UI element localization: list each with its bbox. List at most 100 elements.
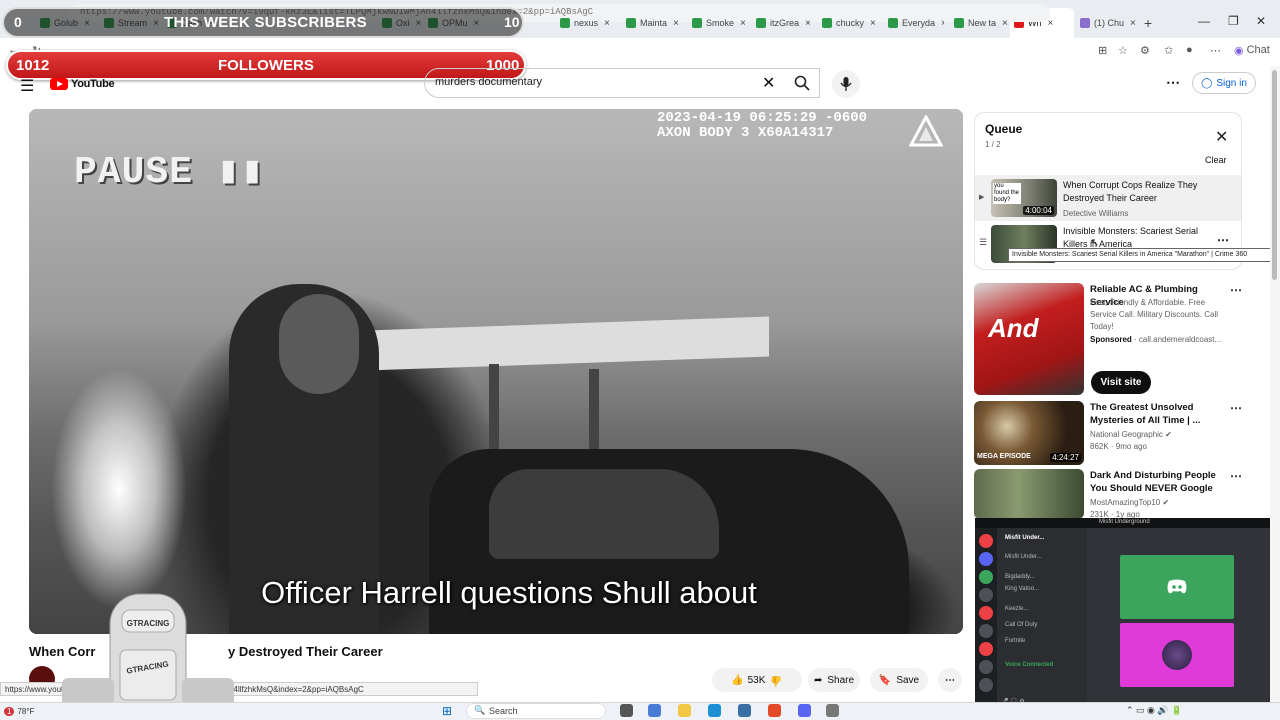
ad-desc-3: Today! xyxy=(1090,322,1114,331)
favorite-star-icon[interactable]: ☆ xyxy=(1118,44,1128,57)
queue-count: 1 / 2 xyxy=(985,140,1001,149)
tab-label: Everyda xyxy=(902,18,936,28)
server-icon[interactable] xyxy=(979,660,993,674)
subscribers-right-count: 10 xyxy=(504,14,520,30)
profile-icon[interactable]: ● xyxy=(1186,44,1193,56)
close-tab-icon[interactable]: × xyxy=(673,18,679,29)
server-icon[interactable] xyxy=(979,534,993,548)
youtube-logo[interactable]: YouTube xyxy=(50,78,115,90)
discord-taskbar-icon[interactable] xyxy=(798,704,811,717)
server-icon[interactable] xyxy=(979,678,993,692)
youtube-logo-icon xyxy=(50,78,68,90)
tab-label: chucky xyxy=(836,18,865,28)
close-tab-icon[interactable]: × xyxy=(870,18,876,29)
related-video[interactable]: Dark And Disturbing People You Should NE… xyxy=(974,469,1244,519)
file-explorer-icon[interactable] xyxy=(678,704,691,717)
queue-thumbnail: you found the body? 4:00:04 xyxy=(991,179,1057,217)
sponsored-label: Sponsored xyxy=(1090,335,1132,344)
task-view-icon[interactable] xyxy=(620,704,633,717)
like-button[interactable]: 👍 53K xyxy=(731,675,765,686)
queue-item-more-icon[interactable]: ⋯ xyxy=(1217,233,1229,247)
chat-button[interactable]: ◉ Chat xyxy=(1234,44,1270,57)
channel-item[interactable]: Call Of Duty xyxy=(1005,622,1037,629)
menu-icon[interactable]: ☰ xyxy=(20,76,34,96)
scrollbar-thumb[interactable] xyxy=(1272,70,1277,280)
restore-icon[interactable]: ❐ xyxy=(1228,14,1239,28)
browser-tab[interactable]: Everyda × xyxy=(884,8,944,38)
server-name[interactable]: Misfit Under... xyxy=(1005,535,1044,542)
channel-item[interactable]: Misfit Under... xyxy=(1005,554,1042,561)
video-player[interactable]: 2023-04-19 06:25:29 -0600 AXON BODY 3 X6… xyxy=(29,109,963,634)
channel-item[interactable]: Keezle... xyxy=(1005,606,1028,613)
close-tab-icon[interactable]: × xyxy=(941,18,944,29)
close-tab-icon[interactable]: × xyxy=(740,18,746,29)
queue-item[interactable]: ▶ you found the body? 4:00:04 When Corru… xyxy=(975,175,1241,221)
new-tab-button[interactable]: + xyxy=(1140,8,1160,38)
clear-search-icon[interactable]: ✕ xyxy=(762,73,775,93)
app-icon[interactable] xyxy=(648,704,661,717)
server-icon[interactable] xyxy=(979,552,993,566)
app-icon[interactable] xyxy=(738,704,751,717)
channel-item[interactable]: King Vatoo... xyxy=(1005,586,1039,593)
apps-icon[interactable]: ⊞ xyxy=(1098,44,1107,57)
drag-handle-icon[interactable]: ☰ xyxy=(979,237,987,248)
server-icon[interactable] xyxy=(979,588,993,602)
channel-item[interactable]: Bigdaddy... xyxy=(1005,574,1035,581)
discord-user-tile[interactable] xyxy=(1120,623,1234,687)
close-window-icon[interactable]: ✕ xyxy=(1256,14,1266,28)
extensions-icon[interactable]: ⚙ xyxy=(1140,44,1150,57)
related-video[interactable]: MEGA EPISODE 4:24:27 The Greatest Unsolv… xyxy=(974,401,1244,465)
channel-item[interactable]: Fortnite xyxy=(1005,638,1025,645)
visit-site-button[interactable]: Visit site xyxy=(1091,371,1151,394)
discord-user-tile[interactable] xyxy=(1120,555,1234,619)
more-icon[interactable]: ⋯ xyxy=(1210,44,1221,57)
close-queue-icon[interactable]: ✕ xyxy=(1215,127,1228,147)
server-icon[interactable] xyxy=(979,624,993,638)
discord-title-bar: Misfit Underground xyxy=(975,518,1280,528)
dislike-button[interactable]: 👍 xyxy=(770,675,782,686)
clear-queue-button[interactable]: Clear xyxy=(1205,155,1227,165)
browser-tab[interactable]: Mainta × xyxy=(622,8,682,38)
search-input[interactable]: murders documentary xyxy=(424,68,820,98)
favorites-icon[interactable]: ✩ xyxy=(1164,44,1173,57)
close-tab-icon[interactable]: × xyxy=(1002,18,1008,29)
close-tab-icon[interactable]: × xyxy=(1130,18,1136,29)
tab-video[interactable]: (1) Chu × xyxy=(1076,8,1136,38)
timestamp-line1: 2023-04-19 06:25:29 -0600 xyxy=(657,110,868,126)
minimize-icon[interactable]: — xyxy=(1198,14,1210,28)
server-icon[interactable] xyxy=(979,570,993,584)
close-tab-icon[interactable]: × xyxy=(604,18,610,29)
related-more-icon[interactable]: ⋯ xyxy=(1230,469,1242,483)
chat-label: Chat xyxy=(1246,44,1270,56)
share-button[interactable]: ➦ Share xyxy=(808,668,860,692)
close-tab-icon[interactable]: × xyxy=(1048,18,1054,29)
sign-in-button[interactable]: ◯ Sign in xyxy=(1192,72,1256,94)
browser-tab[interactable]: Smoke × xyxy=(688,8,748,38)
browser-tab[interactable]: chucky × xyxy=(818,8,878,38)
edge-icon[interactable] xyxy=(708,704,721,717)
bodycam-timestamp: 2023-04-19 06:25:29 -0600 AXON BODY 3 X6… xyxy=(657,111,867,141)
browser-tab[interactable]: New ta × xyxy=(950,8,1010,38)
search-button[interactable] xyxy=(784,68,820,98)
voice-search-button[interactable] xyxy=(832,70,860,98)
windows-start-icon[interactable]: ⊞ xyxy=(442,704,452,718)
ad-more-icon[interactable]: ⋯ xyxy=(1230,283,1242,297)
save-button[interactable]: 🔖 Save xyxy=(870,668,928,692)
tab-favicon-icon xyxy=(756,18,766,28)
more-actions-button[interactable]: ⋯ xyxy=(938,668,962,692)
settings-more-icon[interactable]: ⋯ xyxy=(1166,74,1180,91)
channel-name: National Geographic xyxy=(1090,430,1163,439)
browser-tab[interactable]: itzGrea × xyxy=(752,8,812,38)
close-tab-icon[interactable]: × xyxy=(805,18,811,29)
server-icon[interactable] xyxy=(979,642,993,656)
tab-favicon-icon xyxy=(954,18,964,28)
browser-tab[interactable]: nexus × xyxy=(556,8,616,38)
taskbar-search[interactable]: Search xyxy=(466,703,606,719)
system-tray-icons[interactable]: ⌃ ▭ ◉ 🔊 🔋 xyxy=(1126,705,1182,716)
settings-icon[interactable] xyxy=(826,704,839,717)
weather-widget[interactable]: 1 78°F xyxy=(4,703,64,719)
related-more-icon[interactable]: ⋯ xyxy=(1230,401,1242,415)
tab-favicon-icon xyxy=(1080,18,1090,28)
server-icon[interactable] xyxy=(979,606,993,620)
chrome-icon[interactable] xyxy=(768,704,781,717)
